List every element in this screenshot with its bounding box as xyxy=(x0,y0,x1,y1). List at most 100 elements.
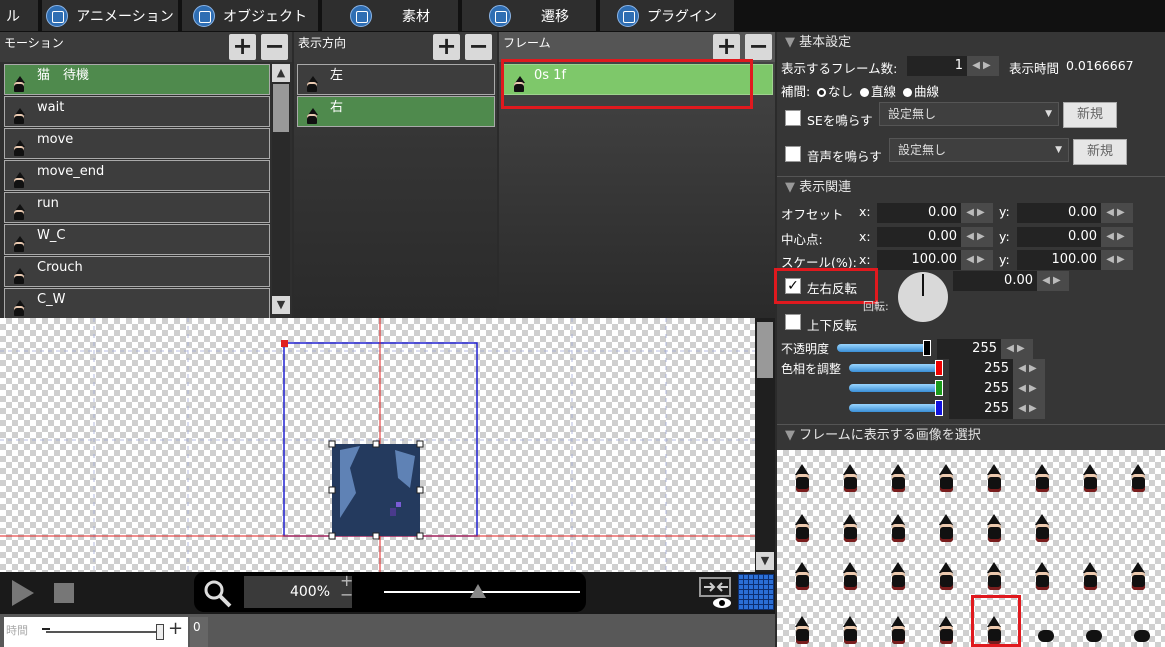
add-motion-button[interactable]: + xyxy=(229,34,256,60)
tab-transition[interactable]: 遷移 xyxy=(462,0,598,31)
offset-x-spinner[interactable]: ◀▶ xyxy=(961,203,993,223)
onion-skin-eye-icon[interactable] xyxy=(698,576,734,610)
hue-blue-input[interactable]: 255 xyxy=(949,399,1013,419)
hue-green-handle[interactable] xyxy=(935,380,943,396)
scroll-down-icon[interactable]: ▼ xyxy=(272,296,290,314)
image-picker[interactable] xyxy=(777,450,1165,647)
image-thumb-cat[interactable] xyxy=(1033,616,1055,646)
image-thumb[interactable] xyxy=(1031,562,1053,592)
rotation-input[interactable]: 0.00 xyxy=(953,271,1037,291)
remove-direction-button[interactable]: − xyxy=(465,34,492,60)
motion-item-run[interactable]: run xyxy=(4,192,270,223)
offset-x-input[interactable]: 0.00 xyxy=(877,203,961,223)
radio-none[interactable] xyxy=(817,88,826,97)
image-thumb[interactable] xyxy=(839,616,861,646)
hue-red-slider[interactable] xyxy=(849,364,943,372)
frame-count-spinner[interactable]: ◀▶ xyxy=(967,56,999,76)
tab-object[interactable]: オブジェクト xyxy=(182,0,320,31)
image-thumb[interactable] xyxy=(983,514,1005,544)
hue-red-handle[interactable] xyxy=(935,360,943,376)
hue-blue-spinner[interactable]: ◀▶ xyxy=(1013,399,1045,419)
image-thumb[interactable] xyxy=(935,514,957,544)
image-thumb-cat[interactable] xyxy=(1129,616,1151,646)
tab-animation[interactable]: アニメーション xyxy=(42,0,180,31)
frame-count-input[interactable]: 1 xyxy=(907,56,967,76)
scroll-thumb[interactable] xyxy=(273,84,289,132)
stop-icon[interactable] xyxy=(54,583,74,603)
opacity-slider-handle[interactable] xyxy=(923,340,931,356)
scroll-up-icon[interactable]: ▲ xyxy=(272,64,290,82)
scale-x-input[interactable]: 100.00 xyxy=(877,250,961,270)
section-basic[interactable]: ▼ 基本設定 xyxy=(777,32,1165,56)
play-icon[interactable] xyxy=(12,580,34,606)
motion-item-move-end[interactable]: move_end xyxy=(4,160,270,191)
image-thumb[interactable] xyxy=(791,514,813,544)
time-slider-handle[interactable] xyxy=(156,624,164,640)
motion-item-move[interactable]: move xyxy=(4,128,270,159)
image-thumb[interactable] xyxy=(1127,562,1149,592)
opacity-slider[interactable] xyxy=(837,344,931,352)
image-thumb-cat[interactable] xyxy=(1081,616,1103,646)
offset-y-spinner[interactable]: ◀▶ xyxy=(1101,203,1133,223)
center-x-spinner[interactable]: ◀▶ xyxy=(961,227,993,247)
tab-partial[interactable]: ル xyxy=(0,0,40,31)
image-thumb[interactable] xyxy=(1031,464,1053,494)
remove-motion-button[interactable]: − xyxy=(261,34,288,60)
image-thumb[interactable] xyxy=(887,514,909,544)
direction-item-left[interactable]: 左 xyxy=(297,64,495,95)
image-thumb[interactable] xyxy=(935,464,957,494)
image-thumb[interactable] xyxy=(983,562,1005,592)
motion-item-neko-wait[interactable]: 猫 待機 xyxy=(4,64,270,95)
image-thumb[interactable] xyxy=(887,464,909,494)
image-thumb[interactable] xyxy=(791,464,813,494)
hue-green-spinner[interactable]: ◀▶ xyxy=(1013,379,1045,399)
add-frame-button[interactable]: + xyxy=(713,34,740,60)
hue-green-input[interactable]: 255 xyxy=(949,379,1013,399)
scale-y-spinner[interactable]: ◀▶ xyxy=(1101,250,1133,270)
hue-blue-handle[interactable] xyxy=(935,400,943,416)
center-y-input[interactable]: 0.00 xyxy=(1017,227,1101,247)
offset-y-input[interactable]: 0.00 xyxy=(1017,203,1101,223)
direction-item-right[interactable]: 右 xyxy=(297,96,495,127)
image-thumb[interactable] xyxy=(935,616,957,646)
image-thumb[interactable] xyxy=(1079,562,1101,592)
hue-red-spinner[interactable]: ◀▶ xyxy=(1013,359,1045,379)
plus-icon[interactable]: + xyxy=(168,618,183,639)
se-checkbox[interactable] xyxy=(785,110,801,126)
motion-item-wait[interactable]: wait xyxy=(4,96,270,127)
canvas-scrollbar[interactable]: ▼ xyxy=(755,318,775,572)
scale-x-spinner[interactable]: ◀▶ xyxy=(961,250,993,270)
flip-vertical-checkbox[interactable] xyxy=(785,314,801,330)
hue-blue-slider[interactable] xyxy=(849,404,943,412)
tab-material[interactable]: 素材 xyxy=(322,0,460,31)
scale-y-input[interactable]: 100.00 xyxy=(1017,250,1101,270)
rotation-dial[interactable] xyxy=(898,272,948,322)
image-thumb[interactable] xyxy=(983,464,1005,494)
radio-linear[interactable] xyxy=(860,88,869,97)
voice-new-button[interactable]: 新規 xyxy=(1073,139,1127,165)
image-thumb[interactable] xyxy=(839,464,861,494)
tab-plugin[interactable]: プラグイン xyxy=(600,0,736,31)
interp-radio-group[interactable]: なし 直線 曲線 xyxy=(814,81,939,100)
preview-canvas[interactable]: ▼ xyxy=(0,318,775,572)
voice-checkbox[interactable] xyxy=(785,146,801,162)
motion-item-c-w[interactable]: C_W xyxy=(4,288,270,318)
minus-icon[interactable] xyxy=(42,628,50,630)
rotation-spinner[interactable]: ◀▶ xyxy=(1037,271,1069,291)
motion-item-w-c[interactable]: W_C xyxy=(4,224,270,255)
image-thumb[interactable] xyxy=(887,616,909,646)
image-thumb[interactable] xyxy=(839,562,861,592)
scroll-down-icon[interactable]: ▼ xyxy=(756,552,774,570)
center-y-spinner[interactable]: ◀▶ xyxy=(1101,227,1133,247)
opacity-input[interactable]: 255 xyxy=(937,339,1001,359)
zoom-stepper[interactable]: + − xyxy=(340,573,353,603)
image-thumb[interactable] xyxy=(1079,464,1101,494)
motion-scrollbar[interactable]: ▲ ▼ xyxy=(272,64,290,314)
remove-frame-button[interactable]: − xyxy=(745,34,772,60)
magnifier-icon[interactable] xyxy=(202,578,234,608)
image-thumb[interactable] xyxy=(791,616,813,646)
motion-item-crouch[interactable]: Crouch xyxy=(4,256,270,287)
hue-red-input[interactable]: 255 xyxy=(949,359,1013,379)
image-thumb[interactable] xyxy=(1127,464,1149,494)
hue-green-slider[interactable] xyxy=(849,384,943,392)
